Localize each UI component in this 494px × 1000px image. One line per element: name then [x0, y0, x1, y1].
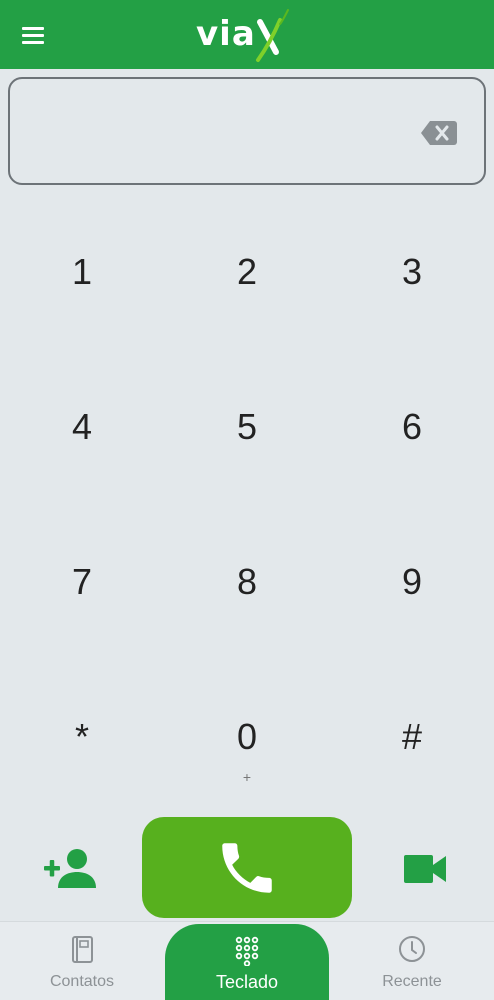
- nav-label-recente: Recente: [382, 973, 442, 990]
- logo-x-mark: [256, 9, 289, 62]
- add-contact-icon: [44, 849, 96, 888]
- nav-label-teclado: Teclado: [215, 972, 279, 992]
- key-1[interactable]: 1: [0, 196, 164, 346]
- key-star[interactable]: *: [0, 661, 164, 811]
- backspace-button[interactable]: [420, 119, 458, 147]
- nav-label-contatos: Contatos: [49, 973, 115, 990]
- key-9[interactable]: 9: [330, 506, 494, 656]
- key-4[interactable]: 4: [0, 351, 164, 501]
- key-3[interactable]: 3: [330, 196, 494, 346]
- menu-button[interactable]: [16, 22, 52, 48]
- call-button[interactable]: [142, 817, 352, 918]
- key-8[interactable]: 8: [165, 506, 329, 656]
- key-hash[interactable]: #: [330, 661, 494, 811]
- backspace-icon: [421, 121, 457, 145]
- key-0-plus-label: +: [242, 769, 252, 785]
- key-7[interactable]: 7: [0, 506, 164, 656]
- dialpad: 1 2 3 4 5 6 7 8 9 * 0 + #: [0, 196, 494, 816]
- nav-item-recente[interactable]: Recente: [330, 922, 494, 1000]
- dialpad-icon: [235, 936, 259, 966]
- bottom-navigation: Contatos Teclado Recente: [0, 921, 494, 1000]
- nav-item-teclado[interactable]: Teclado: [165, 924, 329, 1000]
- clock-icon: [399, 936, 425, 962]
- add-contact-button[interactable]: [42, 848, 98, 890]
- video-camera-icon: [404, 855, 446, 883]
- phone-icon: [222, 842, 272, 893]
- number-input[interactable]: [30, 109, 404, 153]
- hamburger-menu-icon: [22, 26, 44, 30]
- contacts-book-icon: [72, 936, 93, 963]
- top-app-bar: via: [0, 0, 494, 69]
- number-display[interactable]: [8, 77, 486, 185]
- nav-item-contatos[interactable]: Contatos: [0, 922, 164, 1000]
- app-logo: via: [196, 8, 296, 62]
- key-2[interactable]: 2: [165, 196, 329, 346]
- key-6[interactable]: 6: [330, 351, 494, 501]
- video-call-button[interactable]: [402, 852, 448, 886]
- key-0[interactable]: 0 +: [165, 661, 329, 811]
- key-5[interactable]: 5: [165, 351, 329, 501]
